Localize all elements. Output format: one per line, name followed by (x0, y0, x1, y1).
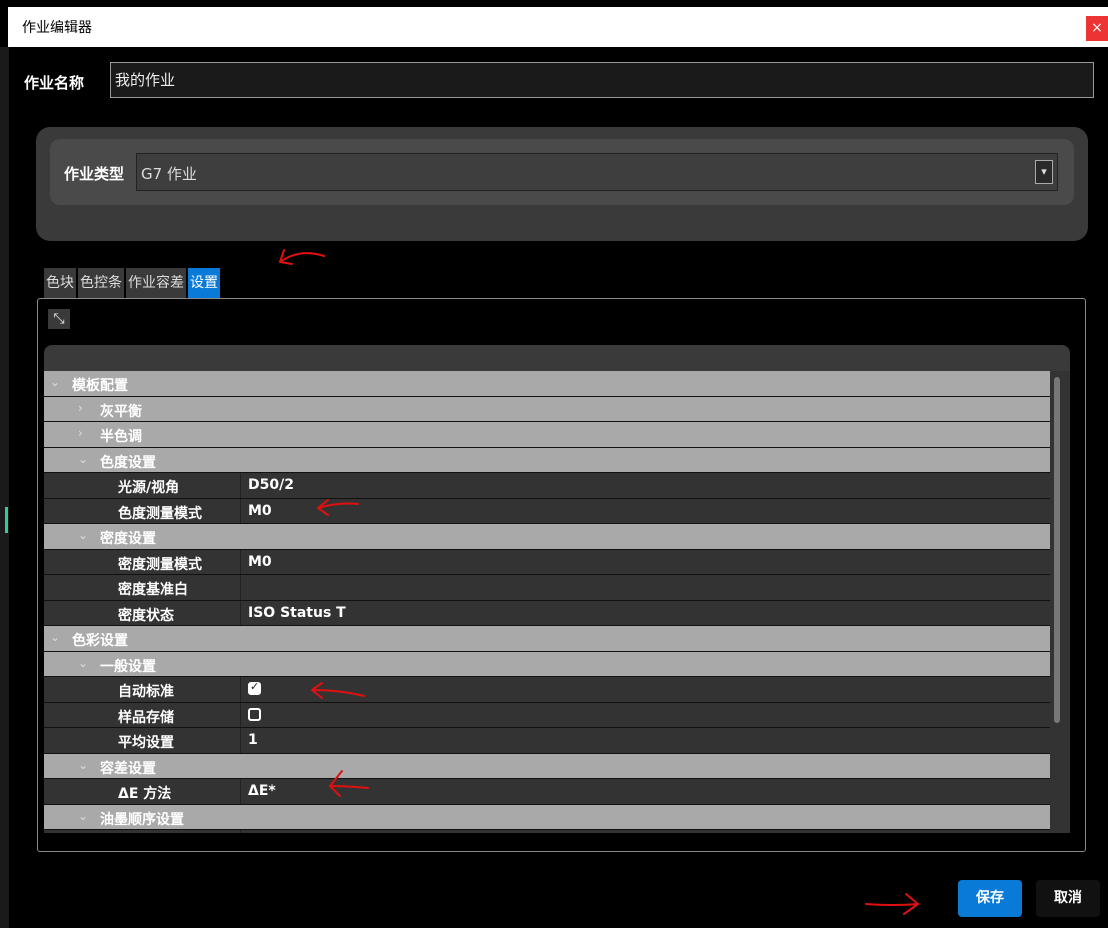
property-label: 自动标准 (118, 684, 174, 700)
chevron-down-icon[interactable]: ▾ (1035, 160, 1053, 184)
property-row[interactable]: ΔE 方法 ΔE* (44, 779, 1050, 805)
property-row[interactable]: 样品存储 (44, 702, 1050, 728)
property-label: 光源/视角 (118, 480, 180, 496)
property-row[interactable]: 自动标准 (44, 677, 1050, 703)
job-name-label: 作业名称 (24, 74, 85, 92)
property-value[interactable]: M0 (248, 554, 272, 570)
property-label: 密度状态 (118, 607, 174, 624)
cell-divider (240, 830, 241, 833)
category-row[interactable]: ⌄ 模板配置 (44, 371, 1050, 397)
job-type-group: 作业类型 G7 作业 ▾ (50, 139, 1074, 205)
tab-1[interactable]: 色控条 (78, 268, 124, 298)
category-row[interactable]: ⌄ 容差设置 (44, 753, 1050, 779)
scrollbar-thumb[interactable] (1054, 377, 1060, 723)
category-row[interactable]: › 半色调 (44, 422, 1050, 448)
category-label: 密度设置 (100, 531, 156, 547)
cell-divider (240, 728, 241, 753)
category-label: 半色调 (100, 429, 142, 445)
cell-divider (240, 473, 241, 498)
property-label: 样品存储 (118, 709, 174, 726)
category-row[interactable]: ⌄ 一般设置 (44, 651, 1050, 677)
category-row[interactable]: ⌄ 油墨顺序设置 (44, 804, 1050, 830)
property-label: ΔE 方法 (118, 786, 172, 802)
vertical-scrollbar[interactable] (1050, 371, 1070, 833)
tab-2[interactable]: 作业容差 (126, 268, 186, 298)
category-label: 色度设置 (100, 454, 156, 471)
tab-3[interactable]: 设置 (188, 268, 220, 298)
chevron-right-icon[interactable]: › (78, 426, 83, 440)
cell-divider (240, 702, 241, 727)
job-type-select[interactable]: G7 作业 ▾ (136, 153, 1058, 191)
property-label: 密度测量模式 (118, 556, 202, 573)
sort-icon[interactable]: ⤡ (48, 309, 70, 329)
category-label: 容差设置 (100, 760, 156, 777)
chevron-down-icon[interactable]: ⌄ (78, 452, 88, 466)
close-button[interactable]: × (1086, 16, 1108, 41)
cell-divider (240, 677, 241, 702)
job-type-panel: 作业类型 G7 作业 ▾ (36, 127, 1088, 241)
property-value[interactable]: ISO Status T (248, 605, 346, 621)
cell-divider (240, 779, 241, 804)
cell-divider (240, 549, 241, 574)
cell-divider (240, 600, 241, 625)
checkbox[interactable] (248, 680, 261, 695)
property-label: 平均设置 (118, 735, 174, 751)
job-type-value: G7 作业 (141, 165, 197, 183)
property-label: 色度测量模式 (118, 505, 202, 522)
property-row[interactable]: 密度基准白 (44, 575, 1050, 601)
property-row[interactable] (44, 830, 1050, 833)
category-label: 模板配置 (72, 378, 128, 394)
chevron-right-icon[interactable]: › (78, 401, 83, 415)
background-indicator (5, 507, 8, 533)
property-grid: ⌄ 模板配置 › 灰平衡 › 半色调 ⌄ 色度设置光源/视角 D50/2 色度测量模式 M0 ⌄ 密度设… (44, 371, 1050, 833)
settings-panel: ⤡ ⌄ 模板配置 › 灰平衡 › 半色调 ⌄ 色度设置光源/视角 D50/2 色度测量模式 M0 ⌄ 密… (37, 298, 1086, 852)
category-label: 一般设置 (100, 658, 156, 675)
chevron-down-icon[interactable]: ⌄ (78, 656, 88, 670)
tab-strip: 色块 色控条 作业容差 设置 (44, 268, 222, 298)
cell-divider (240, 498, 241, 523)
property-row[interactable]: 密度状态 ISO Status T (44, 600, 1050, 626)
category-label: 灰平衡 (100, 403, 142, 420)
cell-divider (240, 575, 241, 600)
property-value[interactable]: ΔE* (248, 783, 276, 799)
title-bar: 作业编辑器 × (8, 7, 1108, 47)
chevron-down-icon[interactable]: ⌄ (78, 758, 88, 772)
category-row[interactable]: ⌄ 密度设置 (44, 524, 1050, 550)
job-name-input[interactable]: 我的作业 (110, 62, 1094, 98)
tab-0[interactable]: 色块 (44, 268, 76, 298)
property-value[interactable]: M0 (248, 503, 272, 519)
checkbox[interactable] (248, 707, 261, 721)
annotation-arrow-tab (279, 249, 325, 265)
property-row[interactable]: 密度测量模式 M0 (44, 549, 1050, 575)
job-type-label: 作业类型 (64, 165, 125, 183)
category-label: 色彩设置 (72, 633, 128, 649)
chevron-down-icon[interactable]: ⌄ (50, 375, 60, 389)
property-row[interactable]: 色度测量模式 M0 (44, 498, 1050, 524)
category-row[interactable]: ⌄ 色度设置 (44, 447, 1050, 473)
property-label: 密度基准白 (118, 582, 188, 598)
window-title: 作业编辑器 (22, 20, 92, 36)
chevron-down-icon[interactable]: ⌄ (78, 528, 88, 542)
property-row[interactable]: 平均设置 1 (44, 728, 1050, 754)
annotation-arrow-save (865, 893, 919, 915)
save-button[interactable]: 保存 (958, 880, 1022, 917)
chevron-down-icon[interactable]: ⌄ (50, 630, 60, 644)
chevron-down-icon[interactable]: ⌄ (78, 809, 88, 823)
category-row[interactable]: ⌄ 色彩设置 (44, 626, 1050, 652)
background-window-edge (0, 47, 9, 928)
category-label: 油墨顺序设置 (100, 811, 184, 828)
cancel-button[interactable]: 取消 (1036, 880, 1100, 917)
category-row[interactable]: › 灰平衡 (44, 396, 1050, 422)
property-value[interactable]: D50/2 (248, 477, 294, 493)
property-row[interactable]: 光源/视角 D50/2 (44, 473, 1050, 499)
property-value[interactable]: 1 (248, 732, 258, 748)
property-grid-header (44, 345, 1070, 371)
